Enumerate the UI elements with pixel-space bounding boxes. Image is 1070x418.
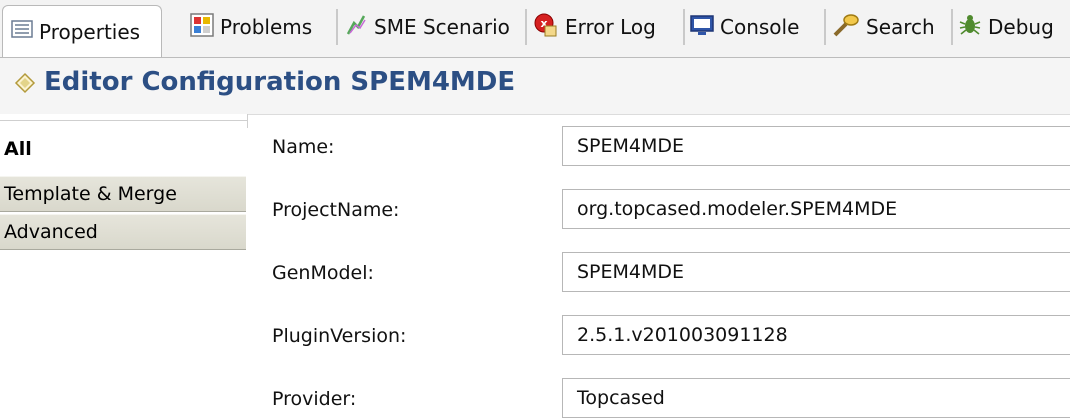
category-label: Template & Merge <box>4 183 177 205</box>
error-log-icon: x <box>533 12 559 43</box>
tab-separator <box>824 9 826 45</box>
category-label: Advanced <box>4 221 98 243</box>
tab-label: Problems <box>220 15 313 39</box>
divider <box>0 120 248 121</box>
tab-search[interactable]: Search <box>832 5 935 49</box>
tab-label: Properties <box>39 19 141 44</box>
page-title: Editor Configuration SPEM4MDE <box>44 67 516 97</box>
tab-error-log[interactable]: x Error Log <box>533 5 656 49</box>
tab-separator <box>683 9 685 45</box>
gen-model-field[interactable]: SPEM4MDE <box>562 252 1070 292</box>
project-name-field[interactable]: org.topcased.modeler.SPEM4MDE <box>562 189 1070 229</box>
diamond-icon <box>14 72 36 98</box>
plugin-version-field[interactable]: 2.5.1.v201003091128 <box>562 315 1070 355</box>
name-field[interactable]: SPEM4MDE <box>562 126 1070 166</box>
console-icon <box>690 14 714 41</box>
provider-label: Provider: <box>272 388 357 410</box>
name-label: Name: <box>272 136 335 158</box>
project-name-label: ProjectName: <box>272 199 400 221</box>
section-header: Editor Configuration SPEM4MDE <box>0 58 1070 115</box>
tab-console[interactable]: Console <box>690 5 799 49</box>
tab-sme-scenario[interactable]: SME Scenario <box>344 5 510 49</box>
search-icon <box>832 13 860 42</box>
category-template-merge[interactable]: Template & Merge <box>0 176 246 212</box>
gen-model-label: GenModel: <box>272 262 374 284</box>
tab-separator <box>525 9 527 45</box>
tab-properties[interactable]: Properties <box>2 5 162 57</box>
debug-icon <box>958 13 982 42</box>
plugin-version-label: PluginVersion: <box>272 325 407 347</box>
category-advanced[interactable]: Advanced <box>0 214 246 250</box>
tab-separator <box>336 9 338 45</box>
tab-debug[interactable]: Debug <box>958 5 1054 49</box>
category-list: All Template & Merge Advanced <box>0 114 248 418</box>
tab-label: Search <box>866 15 935 39</box>
provider-field[interactable]: Topcased <box>562 378 1070 418</box>
problems-icon <box>190 12 214 42</box>
tab-label: Debug <box>988 15 1054 39</box>
tab-problems[interactable]: Problems <box>190 5 312 49</box>
tab-label: Error Log <box>565 15 656 39</box>
divider <box>247 114 248 128</box>
properties-icon <box>11 19 33 44</box>
tab-label: SME Scenario <box>374 15 510 39</box>
tab-label: Console <box>720 15 800 39</box>
tab-separator <box>951 9 953 45</box>
category-label: All <box>4 138 32 160</box>
sme-scenario-icon <box>344 13 368 42</box>
category-all[interactable]: All <box>0 132 246 168</box>
view-tab-bar: Properties Problems SME Scenario x Error… <box>0 0 1070 58</box>
